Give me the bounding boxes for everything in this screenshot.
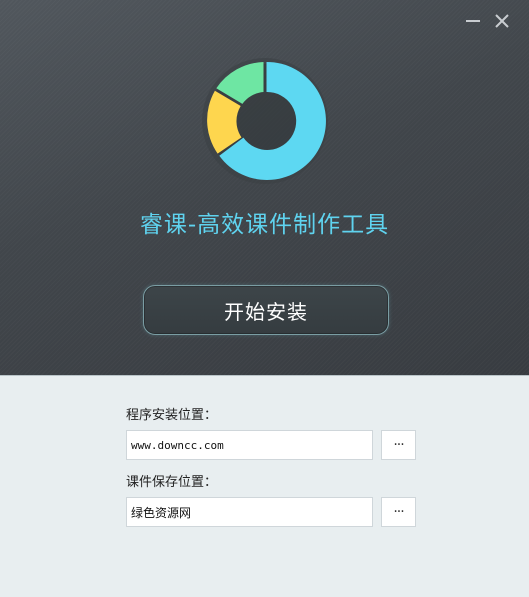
settings-panel <box>0 375 529 597</box>
installer-window: 睿课-高效课件制作工具 开始安装 程序安装位置： ··· 课件保存位置： ··· <box>0 0 529 597</box>
minimize-icon <box>466 20 480 22</box>
save-location-input[interactable] <box>126 497 373 527</box>
install-button[interactable]: 开始安装 <box>143 285 389 335</box>
minimize-button[interactable] <box>462 10 484 32</box>
close-icon <box>495 14 509 28</box>
save-location-label: 课件保存位置： <box>126 475 218 490</box>
app-title: 睿课-高效课件制作工具 <box>139 212 390 238</box>
install-location-browse-button[interactable]: ··· <box>381 430 416 460</box>
header-panel: 睿课-高效课件制作工具 开始安装 <box>0 0 529 375</box>
donut-logo <box>202 58 328 184</box>
save-location-browse-button[interactable]: ··· <box>381 497 416 527</box>
install-location-label: 程序安装位置： <box>126 408 218 423</box>
close-button[interactable] <box>491 10 513 32</box>
install-location-input[interactable] <box>126 430 373 460</box>
